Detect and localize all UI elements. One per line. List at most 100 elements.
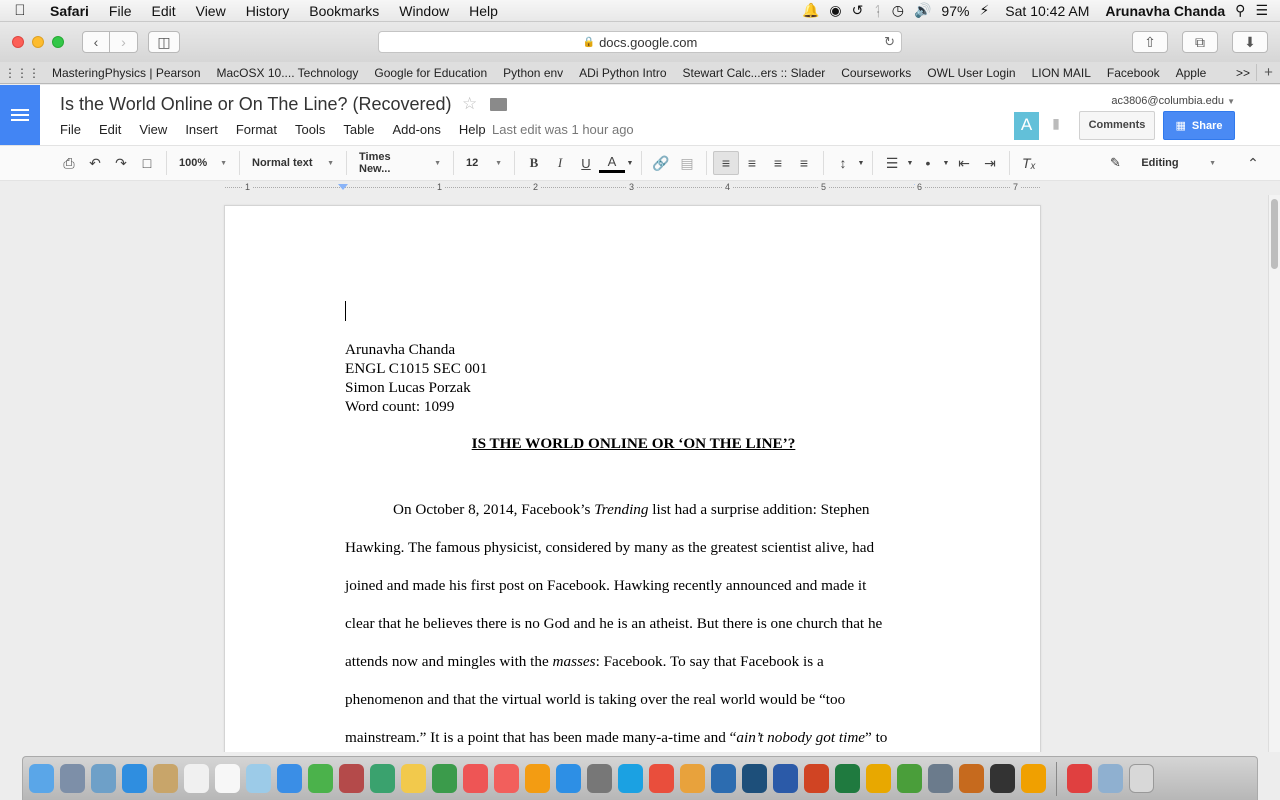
bulleted-list-icon[interactable]: • — [915, 151, 941, 175]
redo-icon[interactable]: ↷ — [108, 151, 134, 175]
vertical-scrollbar[interactable] — [1268, 195, 1280, 752]
docs-menu-addons[interactable]: Add-ons — [392, 122, 440, 137]
menu-window[interactable]: Window — [389, 3, 459, 19]
spotlight-search-icon[interactable]: ⚲ — [1235, 2, 1245, 19]
dock-app-icon[interactable] — [1098, 764, 1123, 793]
increase-indent-icon[interactable]: ⇥ — [977, 151, 1003, 175]
dock-app-icon[interactable] — [835, 764, 860, 793]
dock-app-icon[interactable] — [773, 764, 798, 793]
font-family-select[interactable]: Times New... ▼ — [353, 151, 447, 175]
undo-icon[interactable]: ↶ — [82, 151, 108, 175]
font-size-select[interactable]: 12 ▼ — [460, 151, 508, 175]
downloads-button[interactable]: ⬇ — [1232, 31, 1268, 53]
docs-home-logo-icon[interactable] — [0, 85, 40, 145]
apple-menu-icon[interactable]:  — [0, 2, 40, 19]
dock-app-icon[interactable] — [370, 764, 395, 793]
tabs-overview-button[interactable]: ⧉ — [1182, 31, 1218, 53]
back-button[interactable]: ‹ — [82, 31, 110, 53]
dock-app-icon[interactable] — [277, 764, 302, 793]
line-spacing-icon[interactable]: ↕ — [830, 151, 856, 175]
docs-menu-format[interactable]: Format — [236, 122, 277, 137]
reload-icon[interactable]: ↻ — [884, 34, 895, 50]
new-tab-plus-icon[interactable]: + — [1256, 64, 1280, 81]
forward-button[interactable]: › — [110, 31, 138, 53]
numbered-list-icon[interactable]: ☰ — [879, 151, 905, 175]
fullscreen-window-button[interactable] — [52, 36, 64, 48]
menu-view[interactable]: View — [186, 3, 236, 19]
dock-app-icon[interactable] — [401, 764, 426, 793]
italic-button[interactable]: I — [547, 151, 573, 175]
clock[interactable]: Sat 10:42 AM — [1005, 3, 1089, 19]
menu-edit[interactable]: Edit — [141, 3, 185, 19]
bookmark-item[interactable]: Apple — [1168, 66, 1215, 80]
bluetooth-icon[interactable]: ᛑ — [873, 3, 881, 19]
close-window-button[interactable] — [12, 36, 24, 48]
user-name[interactable]: Arunavha Chanda — [1105, 3, 1225, 19]
insert-comment-icon[interactable]: ▤ — [674, 151, 700, 175]
dock-app-icon[interactable] — [587, 764, 612, 793]
docs-menu-edit[interactable]: Edit — [99, 122, 121, 137]
document-page[interactable]: Arunavha Chanda ENGL C1015 SEC 001 Simon… — [224, 205, 1041, 752]
address-bar[interactable]: 🔒 docs.google.com ↻ — [378, 31, 902, 53]
docs-menu-file[interactable]: File — [60, 122, 81, 137]
dock-app-icon[interactable] — [742, 764, 767, 793]
dock-app-icon[interactable] — [432, 764, 457, 793]
dock-app-icon[interactable] — [246, 764, 271, 793]
bookmark-item[interactable]: OWL User Login — [919, 66, 1023, 80]
dock-app-icon[interactable] — [29, 764, 54, 793]
dock-app-icon[interactable] — [866, 764, 891, 793]
dock-app-icon[interactable] — [897, 764, 922, 793]
star-icon[interactable]: ☆ — [462, 94, 477, 114]
decrease-indent-icon[interactable]: ⇤ — [951, 151, 977, 175]
chevron-down-icon[interactable]: ▼ — [941, 151, 951, 175]
bookmark-item[interactable]: Python env — [495, 66, 571, 80]
avatar[interactable]: A — [1014, 112, 1039, 140]
chevron-down-icon[interactable]: ▼ — [856, 151, 866, 175]
time-machine-icon[interactable]: ↺ — [852, 2, 864, 19]
dock-app-icon[interactable] — [122, 764, 147, 793]
dock-app-icon[interactable] — [494, 764, 519, 793]
menu-file[interactable]: File — [99, 3, 142, 19]
trash-icon[interactable] — [1129, 764, 1154, 793]
paragraph-style-select[interactable]: Normal text ▼ — [246, 151, 340, 175]
docs-menu-tools[interactable]: Tools — [295, 122, 325, 137]
dock-app-icon[interactable] — [680, 764, 705, 793]
align-center-icon[interactable]: ≡ — [739, 151, 765, 175]
document-title[interactable]: Is the World Online or On The Line? (Rec… — [60, 94, 452, 115]
wifi-icon[interactable]: ◷ — [892, 2, 904, 19]
chevron-down-icon[interactable]: ▼ — [905, 151, 915, 175]
dock-app-icon[interactable] — [990, 764, 1015, 793]
docs-menu-insert[interactable]: Insert — [185, 122, 218, 137]
bookmark-item[interactable]: MacOSX 10.... Technology — [209, 66, 367, 80]
dock-app-icon[interactable] — [339, 764, 364, 793]
dock-app-icon[interactable] — [60, 764, 85, 793]
menu-bookmarks[interactable]: Bookmarks — [299, 3, 389, 19]
docs-menu-table[interactable]: Table — [343, 122, 374, 137]
left-indent-marker[interactable] — [338, 184, 348, 190]
dock-app-icon[interactable] — [215, 764, 240, 793]
dock-app-icon[interactable] — [1021, 764, 1046, 793]
comments-button[interactable]: Comments — [1079, 111, 1155, 140]
notification-center-icon[interactable]: ☰ — [1255, 2, 1268, 19]
print-icon[interactable]: ⎙ — [56, 151, 82, 175]
minimize-window-button[interactable] — [32, 36, 44, 48]
dock-app-icon[interactable] — [308, 764, 333, 793]
docs-menu-help[interactable]: Help — [459, 122, 486, 137]
dock-app-icon[interactable] — [153, 764, 178, 793]
share-sheet-button[interactable]: ⇧ — [1132, 31, 1168, 53]
account-email[interactable]: ac3806@columbia.edu ▼ — [1111, 95, 1235, 107]
underline-button[interactable]: U — [573, 151, 599, 175]
last-edit-status[interactable]: Last edit was 1 hour ago — [492, 122, 634, 137]
dock-app-icon[interactable] — [525, 764, 550, 793]
sidebar-toggle-button[interactable]: ◫ — [148, 31, 180, 53]
align-justify-icon[interactable]: ≡ — [791, 151, 817, 175]
chat-icon[interactable]: ▮ — [1045, 115, 1067, 137]
volume-icon[interactable]: 🔊 — [914, 2, 931, 19]
paint-format-icon[interactable]: □ — [134, 151, 160, 175]
battery-charging-icon[interactable]: ⚡ — [979, 2, 989, 19]
text-color-button[interactable]: A — [599, 153, 625, 173]
bookmark-item[interactable]: Facebook — [1099, 66, 1168, 80]
notification-bell-icon[interactable]: 🔔 — [802, 2, 819, 19]
folder-icon[interactable] — [490, 98, 507, 111]
dock-app-icon[interactable] — [649, 764, 674, 793]
